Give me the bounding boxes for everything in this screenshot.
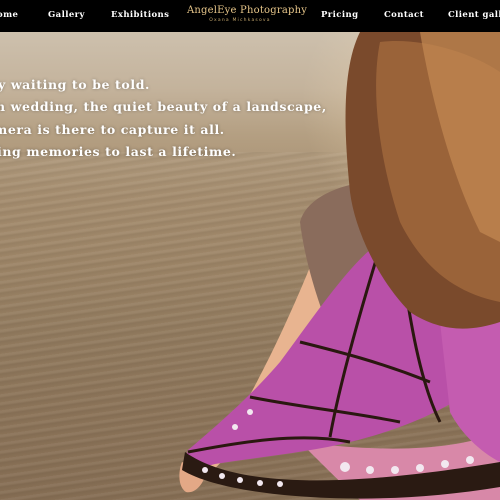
logo-subtitle: Oxana Michkasova [209, 18, 271, 23]
nav-contact-link[interactable]: Contact [384, 10, 424, 20]
hero-text-line-1: y waiting to be told. [0, 77, 150, 92]
site-logo[interactable]: AngelEye Photography Oxana Michkasova [187, 5, 308, 27]
hero-photo: y waiting to be told. n wedding, the qui… [0, 32, 500, 500]
nav-exhibitions-link[interactable]: Exhibitions [111, 10, 169, 20]
nav-home-link[interactable]: ome [0, 10, 18, 20]
logo-title: AngelEye Photography [187, 5, 308, 16]
top-navbar: ome Gallery Exhibitions AngelEye Photogr… [0, 0, 500, 32]
hero-text-line-4: ing memories to last a lifetime. [0, 144, 237, 159]
nav-gallery-link[interactable]: Gallery [48, 10, 85, 20]
hero-text-line-3: mera is there to capture it all. [0, 122, 225, 137]
nav-pricing-link[interactable]: Pricing [321, 10, 358, 20]
nav-client-gallery-link[interactable]: Client galler [448, 10, 500, 20]
hero-text-line-2: n wedding, the quiet beauty of a landsca… [0, 99, 327, 114]
